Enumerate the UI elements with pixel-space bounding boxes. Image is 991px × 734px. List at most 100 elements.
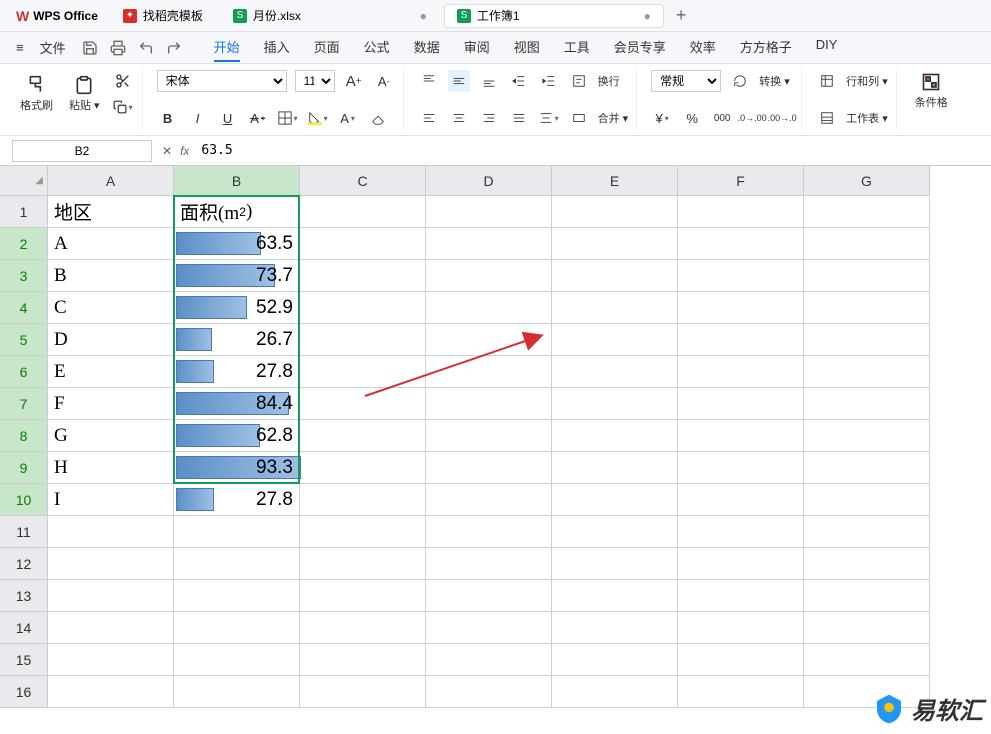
cell[interactable] xyxy=(426,260,552,292)
formula-input[interactable]: 63.5 xyxy=(197,141,979,160)
cell[interactable] xyxy=(48,612,174,644)
cell[interactable] xyxy=(426,612,552,644)
cell[interactable] xyxy=(426,196,552,228)
add-tab-button[interactable]: + xyxy=(668,5,695,26)
copy-button[interactable] xyxy=(112,96,134,118)
cell[interactable] xyxy=(300,228,426,260)
print-icon[interactable] xyxy=(110,40,126,56)
cell[interactable]: D xyxy=(48,324,174,356)
cell[interactable] xyxy=(426,548,552,580)
cell[interactable] xyxy=(48,516,174,548)
cell-databar[interactable]: 93.3 xyxy=(174,452,300,484)
cell[interactable] xyxy=(678,420,804,452)
redo-icon[interactable] xyxy=(166,40,182,56)
cell[interactable] xyxy=(804,548,930,580)
cell[interactable] xyxy=(426,516,552,548)
cell[interactable] xyxy=(678,324,804,356)
cell[interactable] xyxy=(300,388,426,420)
menu-diy[interactable]: DIY xyxy=(816,33,838,62)
bold-button[interactable]: B xyxy=(157,107,179,129)
cell[interactable] xyxy=(804,644,930,676)
cell[interactable] xyxy=(552,388,678,420)
cell[interactable] xyxy=(804,516,930,548)
fill-color-button[interactable] xyxy=(307,107,329,129)
cell-databar[interactable]: 52.9 xyxy=(174,292,300,324)
row-header[interactable]: 12 xyxy=(0,548,48,580)
undo-icon[interactable] xyxy=(138,40,154,56)
file-menu[interactable]: 文件 xyxy=(40,38,66,57)
cell[interactable] xyxy=(804,612,930,644)
font-size-select[interactable]: 11 xyxy=(295,70,335,92)
cell[interactable] xyxy=(678,260,804,292)
cell-databar[interactable]: 84.4 xyxy=(174,388,300,420)
cell[interactable] xyxy=(804,324,930,356)
strikethrough-button[interactable]: A xyxy=(247,107,269,129)
menu-start[interactable]: 开始 xyxy=(214,33,240,62)
cancel-icon[interactable]: ✕ xyxy=(162,144,172,158)
cell[interactable] xyxy=(426,228,552,260)
cell[interactable] xyxy=(552,260,678,292)
cell[interactable] xyxy=(300,452,426,484)
cell[interactable] xyxy=(678,612,804,644)
row-header[interactable]: 9 xyxy=(0,452,48,484)
cell[interactable] xyxy=(552,612,678,644)
cell[interactable] xyxy=(300,612,426,644)
cell[interactable]: 面积(m2) xyxy=(174,196,300,228)
cell[interactable] xyxy=(552,676,678,708)
cell-databar[interactable]: 26.7 xyxy=(174,324,300,356)
cell[interactable] xyxy=(174,548,300,580)
cell[interactable]: F xyxy=(48,388,174,420)
cell[interactable] xyxy=(678,228,804,260)
cell[interactable] xyxy=(552,196,678,228)
align-justify-button[interactable] xyxy=(508,107,530,129)
menu-tools[interactable]: 工具 xyxy=(564,33,590,62)
wrap-text-button[interactable] xyxy=(568,70,590,92)
decrease-font-button[interactable]: A- xyxy=(373,70,395,92)
tab-templates[interactable]: ✦ 找稻壳模板 xyxy=(110,4,216,28)
row-header[interactable]: 3 xyxy=(0,260,48,292)
cell[interactable] xyxy=(552,292,678,324)
cell[interactable] xyxy=(48,676,174,708)
rows-cols-button[interactable] xyxy=(816,70,838,92)
align-right-button[interactable] xyxy=(478,107,500,129)
cell-databar[interactable]: 73.7 xyxy=(174,260,300,292)
cell[interactable] xyxy=(804,292,930,324)
cell[interactable] xyxy=(804,228,930,260)
align-left-button[interactable] xyxy=(418,107,440,129)
cell[interactable] xyxy=(300,260,426,292)
row-header[interactable]: 15 xyxy=(0,644,48,676)
cell[interactable] xyxy=(552,644,678,676)
cell[interactable]: H xyxy=(48,452,174,484)
cell[interactable]: I xyxy=(48,484,174,516)
cell[interactable] xyxy=(174,676,300,708)
distribute-button[interactable] xyxy=(538,107,560,129)
row-header[interactable]: 4 xyxy=(0,292,48,324)
cell[interactable]: C xyxy=(48,292,174,324)
cell[interactable] xyxy=(804,388,930,420)
col-header[interactable]: B xyxy=(174,166,300,196)
cell[interactable] xyxy=(552,484,678,516)
menu-member[interactable]: 会员专享 xyxy=(614,33,666,62)
align-bottom-button[interactable] xyxy=(478,70,500,92)
font-color-button[interactable]: A xyxy=(337,107,359,129)
name-box[interactable] xyxy=(12,140,152,162)
cell[interactable] xyxy=(426,676,552,708)
increase-decimal-button[interactable]: .0→.00 xyxy=(741,107,763,129)
cell[interactable] xyxy=(678,676,804,708)
row-header[interactable]: 13 xyxy=(0,580,48,612)
cell[interactable]: 地区 xyxy=(48,196,174,228)
menu-view[interactable]: 视图 xyxy=(514,33,540,62)
cell[interactable] xyxy=(300,324,426,356)
cell[interactable] xyxy=(552,548,678,580)
cut-button[interactable] xyxy=(112,70,134,92)
cell[interactable] xyxy=(300,516,426,548)
row-header[interactable]: 5 xyxy=(0,324,48,356)
cell[interactable] xyxy=(678,452,804,484)
menu-data[interactable]: 数据 xyxy=(414,33,440,62)
increase-font-button[interactable]: A+ xyxy=(343,70,365,92)
cell[interactable] xyxy=(426,292,552,324)
cell[interactable] xyxy=(300,548,426,580)
cell[interactable] xyxy=(678,484,804,516)
cell[interactable] xyxy=(678,292,804,324)
menu-review[interactable]: 审阅 xyxy=(464,33,490,62)
